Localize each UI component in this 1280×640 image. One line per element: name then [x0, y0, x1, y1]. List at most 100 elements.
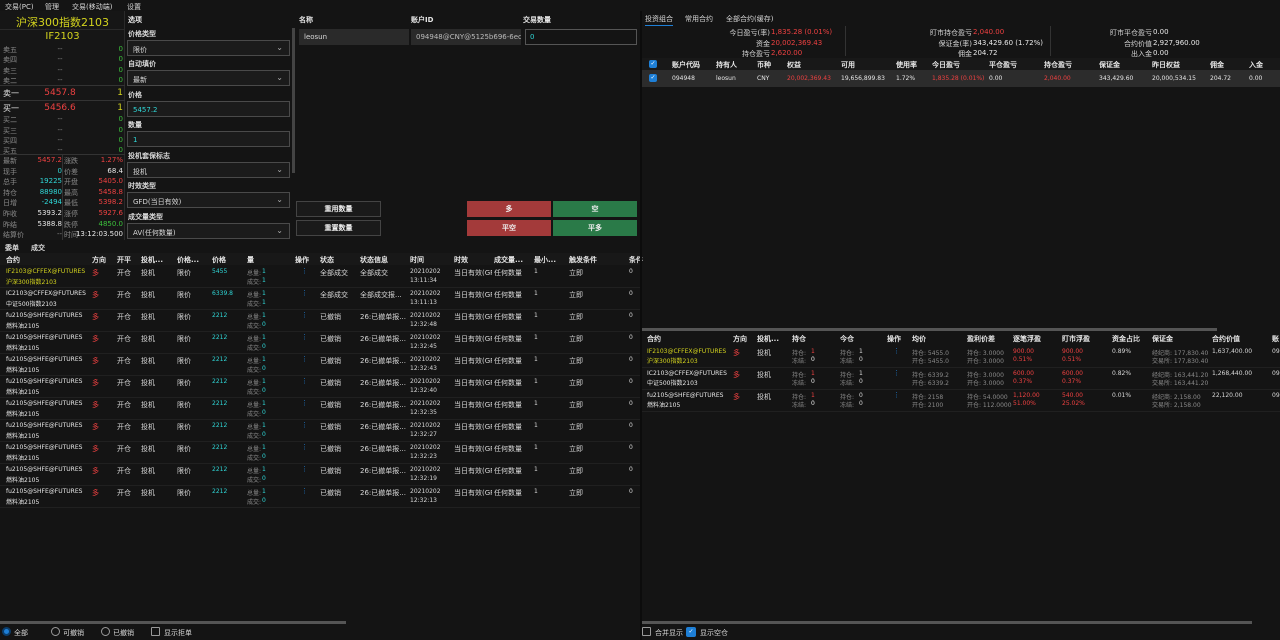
- close-long-button[interactable]: 平多: [553, 220, 637, 236]
- order-col-header[interactable]: 触发条件: [569, 255, 597, 265]
- order-col-header[interactable]: 量: [247, 255, 254, 265]
- position-col-header[interactable]: 资金占比: [1112, 334, 1140, 344]
- show-rejected-checkbox[interactable]: [151, 627, 160, 636]
- tab-trades[interactable]: 成交: [31, 243, 45, 253]
- more-vertical-icon[interactable]: ⋮: [301, 421, 308, 429]
- order-col-header[interactable]: 成交量...: [494, 255, 523, 265]
- more-vertical-icon[interactable]: ⋮: [301, 377, 308, 385]
- tab-favorites[interactable]: 常用合约: [685, 14, 713, 24]
- filter-all-radio[interactable]: [2, 627, 11, 636]
- book-price[interactable]: --: [30, 45, 90, 53]
- acct-col-header[interactable]: 持仓盈亏: [1044, 60, 1072, 70]
- positions-hscrollbar[interactable]: [642, 328, 1217, 331]
- position-col-header[interactable]: 盯市浮盈: [1062, 334, 1090, 344]
- acct-col-header[interactable]: 币种: [757, 60, 771, 70]
- order-col-header[interactable]: 价格...: [177, 255, 199, 265]
- filter-canceled-radio[interactable]: [101, 627, 110, 636]
- order-col-header[interactable]: 时间: [410, 255, 424, 265]
- order-col-header[interactable]: 时效: [454, 255, 468, 265]
- book-price[interactable]: --: [30, 126, 90, 134]
- acct-col-header[interactable]: 权益: [787, 60, 801, 70]
- more-vertical-icon[interactable]: ⋮: [893, 369, 900, 377]
- position-col-header[interactable]: 保证金: [1152, 334, 1173, 344]
- acct-col-header[interactable]: 可用: [841, 60, 855, 70]
- more-vertical-icon[interactable]: ⋮: [301, 289, 308, 297]
- acct-col-header[interactable]: 使用率: [896, 60, 917, 70]
- position-col-header[interactable]: 持仓: [792, 334, 806, 344]
- acct-name-cell[interactable]: leosun: [299, 29, 409, 45]
- book-price[interactable]: --: [30, 136, 90, 144]
- more-vertical-icon[interactable]: ⋮: [301, 443, 308, 451]
- filter-cancelable-radio[interactable]: [51, 627, 60, 636]
- acct-id-cell[interactable]: 094948@CNY@5125b696-6ec...: [411, 29, 521, 45]
- field-input[interactable]: 5457.2: [127, 101, 290, 117]
- more-vertical-icon[interactable]: ⋮: [301, 333, 308, 341]
- position-col-header[interactable]: 盈利价差: [967, 334, 995, 344]
- field-select[interactable]: GFD(当日有效) ⌄: [127, 192, 290, 208]
- book-price[interactable]: 5457.8: [30, 88, 90, 98]
- acct-col-header[interactable]: 佣金: [1210, 60, 1224, 70]
- trade-qty-input[interactable]: 0: [525, 29, 637, 45]
- order-col-header[interactable]: 状态信息: [360, 255, 388, 265]
- acct-col-header[interactable]: 昨日权益: [1152, 60, 1180, 70]
- order-col-header[interactable]: 投机...: [141, 255, 163, 265]
- select-all-checkbox[interactable]: ✓: [649, 60, 657, 68]
- field-select[interactable]: 限价 ⌄: [127, 40, 290, 56]
- acct-col-header[interactable]: 今日盈亏: [932, 60, 960, 70]
- sell-short-button[interactable]: 空: [553, 201, 637, 217]
- position-col-header[interactable]: 合约价值: [1212, 334, 1240, 344]
- merge-display-checkbox[interactable]: [642, 627, 651, 636]
- position-col-header[interactable]: 操作: [887, 334, 901, 344]
- more-vertical-icon[interactable]: ⋮: [301, 399, 308, 407]
- order-col-header[interactable]: 开平: [117, 255, 131, 265]
- position-col-header[interactable]: 今仓: [840, 334, 854, 344]
- acct-col-header[interactable]: 平仓盈亏: [989, 60, 1017, 70]
- order-col-header[interactable]: 最小...: [534, 255, 556, 265]
- more-vertical-icon[interactable]: ⋮: [301, 267, 308, 275]
- row-checkbox[interactable]: ✓: [649, 74, 657, 82]
- field-input[interactable]: 1: [127, 131, 290, 147]
- order-col-header[interactable]: 状态: [320, 255, 334, 265]
- close-short-button[interactable]: 平空: [467, 220, 551, 236]
- order-col-header[interactable]: 方向: [92, 255, 106, 265]
- acct-col-header[interactable]: 入金: [1249, 60, 1263, 70]
- position-col-header[interactable]: 账: [1272, 334, 1279, 344]
- right-bottom-scrollbar[interactable]: [642, 621, 1252, 624]
- tab-all-contracts[interactable]: 全部合约(缓存): [726, 14, 773, 24]
- book-price[interactable]: --: [30, 66, 90, 74]
- field-select[interactable]: 最新 ⌄: [127, 70, 290, 86]
- menu-settings[interactable]: 设置: [127, 2, 141, 12]
- order-col-header[interactable]: 操作: [295, 255, 309, 265]
- position-col-header[interactable]: 方向: [733, 334, 747, 344]
- acct-col-header[interactable]: 保证金: [1099, 60, 1120, 70]
- order-status-info: 26:已撤单报...: [360, 401, 406, 409]
- position-col-header[interactable]: 逐笔浮盈: [1013, 334, 1041, 344]
- book-price[interactable]: --: [30, 55, 90, 63]
- orders-hscrollbar[interactable]: [0, 621, 346, 624]
- acct-col-header[interactable]: 持有人: [716, 60, 737, 70]
- reuse-qty-button[interactable]: 重用数量: [296, 201, 381, 217]
- more-vertical-icon[interactable]: ⋮: [301, 311, 308, 319]
- buy-long-button[interactable]: 多: [467, 201, 551, 217]
- acct-col-header[interactable]: 账户代码: [672, 60, 700, 70]
- order-col-header[interactable]: 价格: [212, 255, 226, 265]
- reset-qty-button[interactable]: 重置数量: [296, 220, 381, 236]
- field-select[interactable]: AV(任何数量) ⌄: [127, 223, 290, 239]
- order-col-header[interactable]: 合约: [6, 255, 20, 265]
- book-price[interactable]: 5456.6: [30, 103, 90, 113]
- book-price[interactable]: --: [30, 115, 90, 123]
- book-price[interactable]: --: [30, 146, 90, 154]
- tab-portfolio[interactable]: 投资组合: [645, 14, 673, 26]
- show-empty-checkbox[interactable]: ✓: [686, 627, 696, 637]
- position-col-header[interactable]: 合约: [647, 334, 661, 344]
- position-col-header[interactable]: 均价: [912, 334, 926, 344]
- more-vertical-icon[interactable]: ⋮: [301, 487, 308, 495]
- more-vertical-icon[interactable]: ⋮: [301, 355, 308, 363]
- more-vertical-icon[interactable]: ⋮: [893, 347, 900, 355]
- book-price[interactable]: --: [30, 76, 90, 84]
- form-scrollbar[interactable]: [292, 28, 295, 173]
- field-select[interactable]: 投机 ⌄: [127, 162, 290, 178]
- more-vertical-icon[interactable]: ⋮: [893, 391, 900, 399]
- more-vertical-icon[interactable]: ⋮: [301, 465, 308, 473]
- position-col-header[interactable]: 投机...: [757, 334, 779, 344]
